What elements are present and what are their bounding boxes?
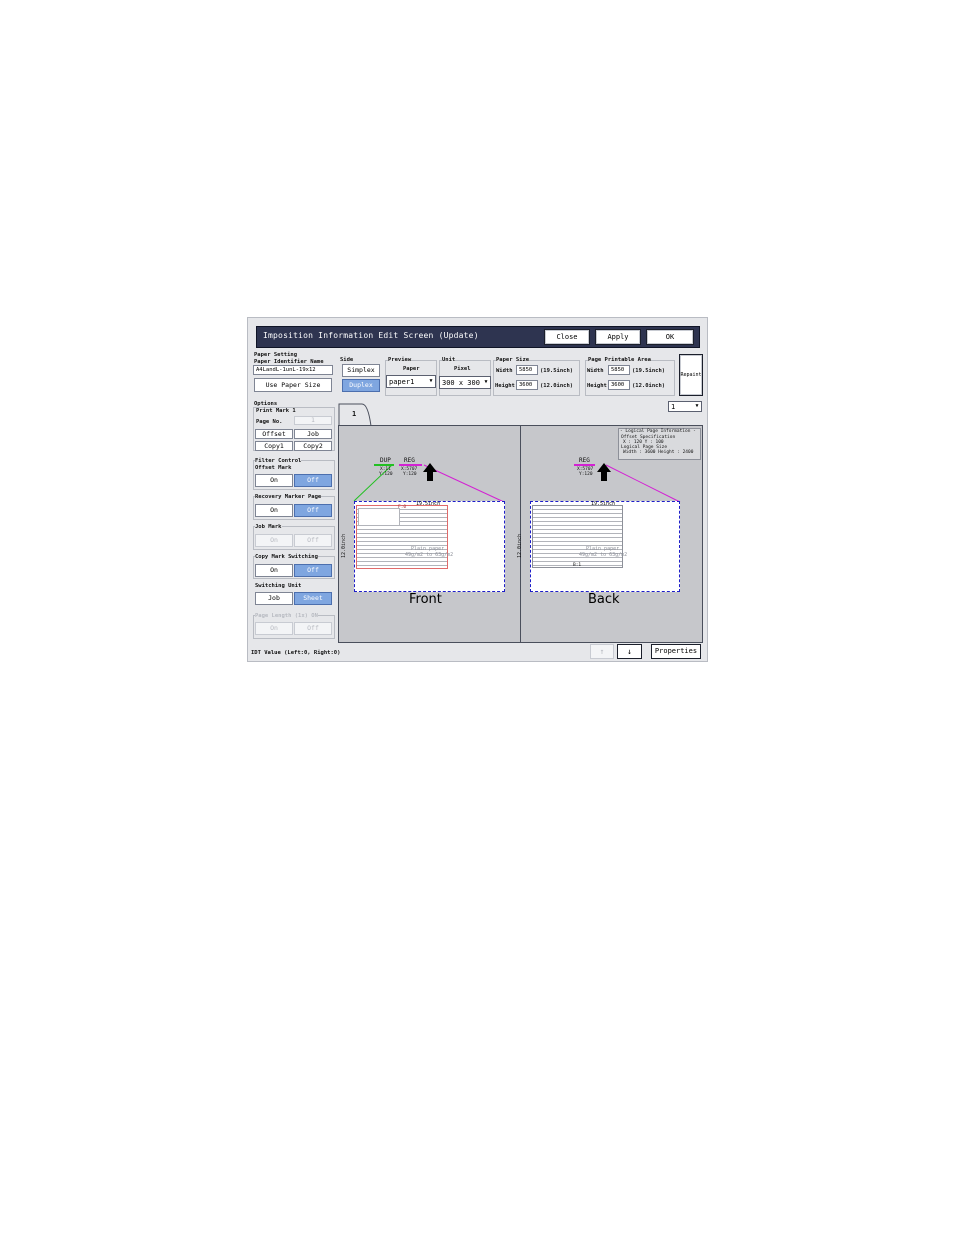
front-page-label: F:0 bbox=[398, 505, 407, 510]
back-logical-page bbox=[532, 505, 623, 568]
page-select[interactable]: 1 ▼ bbox=[668, 401, 702, 412]
idt-status: IDT Value (Left:0, Right:0) bbox=[251, 650, 341, 656]
simplex-button[interactable]: Simplex bbox=[342, 364, 380, 377]
front-paper-text-2: 49g/m2 to 63g/m2 bbox=[405, 552, 454, 558]
back-caption: Back bbox=[588, 592, 620, 607]
preview-sub-label: Paper bbox=[403, 366, 420, 372]
copy-mark-switching-label: Copy Mark Switching bbox=[255, 554, 318, 560]
apply-button[interactable]: Apply bbox=[595, 329, 641, 345]
side-label: Side bbox=[340, 357, 354, 363]
paper-width-field[interactable]: 5850 bbox=[516, 365, 538, 375]
window-title: Imposition Information Edit Screen (Upda… bbox=[263, 331, 479, 340]
paper-height-inch: (12.0inch) bbox=[540, 383, 574, 389]
offset-button[interactable]: Offset bbox=[255, 429, 293, 439]
printable-area-label: Page Printable Area bbox=[588, 357, 651, 363]
print-mark-label: Print Mark 1 bbox=[256, 408, 296, 414]
copy2-button[interactable]: Copy2 bbox=[294, 441, 332, 451]
chevron-down-icon: ▼ bbox=[695, 403, 699, 409]
chevron-down-icon: ▼ bbox=[484, 379, 488, 385]
chevron-down-icon: ▼ bbox=[429, 378, 433, 384]
front-height-text: 12.0inch bbox=[341, 533, 347, 558]
use-paper-size-button[interactable]: Use Paper Size bbox=[254, 378, 332, 392]
logical-info-size-values: Width : 3600 Height : 2400 bbox=[623, 450, 694, 455]
tab-1-label: 1 bbox=[352, 410, 357, 418]
logical-info-title: - Logical Page Information - bbox=[620, 429, 696, 434]
paper-setting-heading: Paper Setting bbox=[254, 352, 298, 358]
copy-mark-off-button[interactable]: Off bbox=[294, 564, 332, 577]
printable-area-group bbox=[585, 360, 675, 396]
front-caption: Front bbox=[409, 592, 442, 607]
front-page-corner bbox=[358, 508, 400, 526]
preview-select-value: paper1 bbox=[389, 377, 415, 386]
front-reg-label: REG bbox=[404, 457, 415, 464]
recovery-marker-label: Recovery Marker Page bbox=[255, 494, 322, 500]
close-button[interactable]: Close bbox=[544, 329, 590, 345]
switching-sheet-button[interactable]: Sheet bbox=[294, 592, 332, 605]
properties-button[interactable]: Properties bbox=[651, 644, 701, 659]
offset-mark-label: Offset Mark bbox=[255, 465, 292, 471]
job-button[interactable]: Job bbox=[294, 429, 332, 439]
job-mark-label: Job Mark bbox=[255, 524, 282, 530]
page-length-label: Page Length (1x) ON bbox=[255, 613, 318, 619]
back-height-text: 12.0inch bbox=[517, 533, 523, 558]
paper-size-label: Paper Size bbox=[496, 357, 530, 363]
back-reg-label: REG bbox=[579, 457, 590, 464]
page-length-off-button[interactable]: Off bbox=[294, 622, 332, 635]
front-dup-label: DUP bbox=[380, 457, 391, 464]
recovery-on-button[interactable]: On bbox=[255, 504, 293, 517]
page-no-label: Page No. bbox=[256, 419, 283, 425]
front-reg-y: Y:120 bbox=[403, 472, 417, 477]
down-arrow-button[interactable]: ↓ bbox=[617, 644, 642, 659]
filter-control-label: Filter Control bbox=[255, 458, 302, 464]
paper-width-label: Width bbox=[496, 368, 513, 374]
paper-width-inch: (19.5inch) bbox=[540, 368, 574, 374]
printable-height-inch: (12.0inch) bbox=[632, 383, 666, 389]
job-mark-on-button[interactable]: On bbox=[255, 534, 293, 547]
recovery-off-button[interactable]: Off bbox=[294, 504, 332, 517]
page-no-field[interactable]: 1 bbox=[294, 416, 332, 425]
printable-width-inch: (19.5inch) bbox=[632, 368, 666, 374]
page-select-value: 1 bbox=[671, 402, 676, 411]
unit-sub-label: Pixel bbox=[454, 366, 471, 372]
unit-label: Unit bbox=[442, 357, 456, 363]
front-dup-y: Y:120 bbox=[379, 472, 393, 477]
printable-height-field[interactable]: 3600 bbox=[608, 380, 630, 390]
paper-identifier-field[interactable]: A4LandL-1unL-19x12 bbox=[253, 365, 333, 375]
printable-width-field[interactable]: 5850 bbox=[608, 365, 630, 375]
preview-label: Preview bbox=[388, 357, 412, 363]
copy-mark-on-button[interactable]: On bbox=[255, 564, 293, 577]
repaint-button[interactable]: Repaint bbox=[679, 354, 703, 396]
duplex-button[interactable]: Duplex bbox=[342, 379, 380, 392]
unit-select[interactable]: 300 x 300 ▼ bbox=[439, 376, 491, 389]
switching-job-button[interactable]: Job bbox=[255, 592, 293, 605]
offset-mark-off-button[interactable]: Off bbox=[294, 474, 332, 487]
back-reg-y: Y:120 bbox=[579, 472, 593, 477]
back-page-label: B:1 bbox=[573, 563, 582, 568]
back-paper-text-2: 49g/m2 to 63g/m2 bbox=[579, 552, 628, 558]
offset-mark-on-button[interactable]: On bbox=[255, 474, 293, 487]
up-arrow-button[interactable]: ↑ bbox=[590, 644, 614, 659]
ok-button[interactable]: OK bbox=[646, 329, 694, 345]
page-length-on-button[interactable]: On bbox=[255, 622, 293, 635]
printable-height-label: Height bbox=[587, 383, 607, 389]
printable-width-label: Width bbox=[587, 368, 604, 374]
copy1-button[interactable]: Copy1 bbox=[255, 441, 293, 451]
unit-select-value: 300 x 300 bbox=[442, 378, 480, 387]
paper-height-label: Height bbox=[495, 383, 515, 389]
preview-select[interactable]: paper1 ▼ bbox=[386, 375, 436, 388]
job-mark-off-button[interactable]: Off bbox=[294, 534, 332, 547]
imposition-window: Imposition Information Edit Screen (Upda… bbox=[247, 317, 708, 662]
paper-height-field[interactable]: 3600 bbox=[516, 380, 538, 390]
switching-unit-label: Switching Unit bbox=[255, 583, 302, 589]
